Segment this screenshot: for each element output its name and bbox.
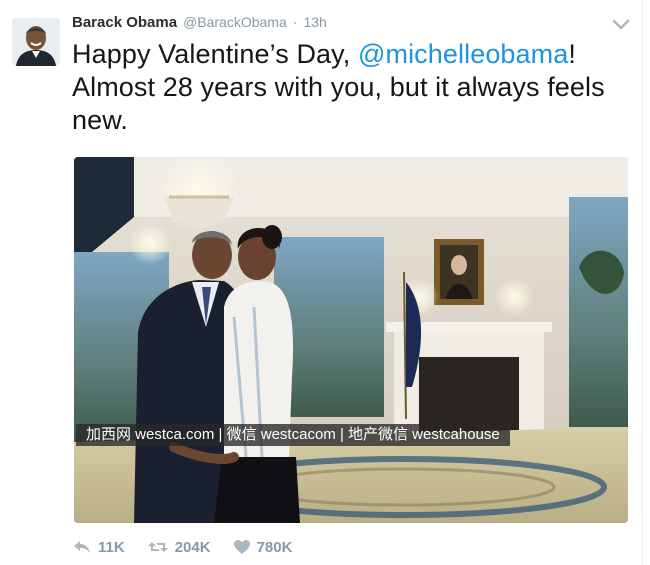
heart-icon xyxy=(233,539,251,555)
retweet-icon xyxy=(147,539,169,555)
reply-icon xyxy=(72,539,92,555)
retweet-button[interactable]: 204K xyxy=(147,539,211,556)
tweet-card: Barack Obama @BarackObama · 13h Happy Va… xyxy=(0,0,643,565)
photo-watermark: 加西网 westca.com | 微信 westcacom | 地产微信 wes… xyxy=(76,424,510,446)
like-count: 780K xyxy=(256,538,293,556)
chevron-down-icon[interactable] xyxy=(610,16,632,32)
tweet-text-body: Almost 28 years with you, but it always … xyxy=(72,72,605,135)
like-button[interactable]: 780K xyxy=(233,538,293,556)
tweet-photo[interactable] xyxy=(74,157,628,523)
display-name[interactable]: Barack Obama xyxy=(72,14,177,31)
timestamp[interactable]: 13h xyxy=(303,14,326,30)
reply-button[interactable]: 11K xyxy=(72,539,125,556)
tweet-text-prefix: Happy Valentine’s Day, xyxy=(72,39,358,69)
retweet-count: 204K xyxy=(174,538,211,556)
tweet-text: Happy Valentine’s Day, @michelleobama! Al… xyxy=(72,38,632,137)
avatar[interactable] xyxy=(12,18,60,66)
user-handle[interactable]: @BarackObama xyxy=(183,14,287,30)
reply-count: 11K xyxy=(98,538,125,556)
mention-link[interactable]: @michelleobama xyxy=(358,39,568,69)
tweet-text-suffix: ! xyxy=(568,39,576,69)
separator-dot: · xyxy=(292,14,298,30)
tweet-actions: 11K 204K 780K xyxy=(72,536,314,558)
tweet-header: Barack Obama @BarackObama · 13h xyxy=(72,14,327,36)
